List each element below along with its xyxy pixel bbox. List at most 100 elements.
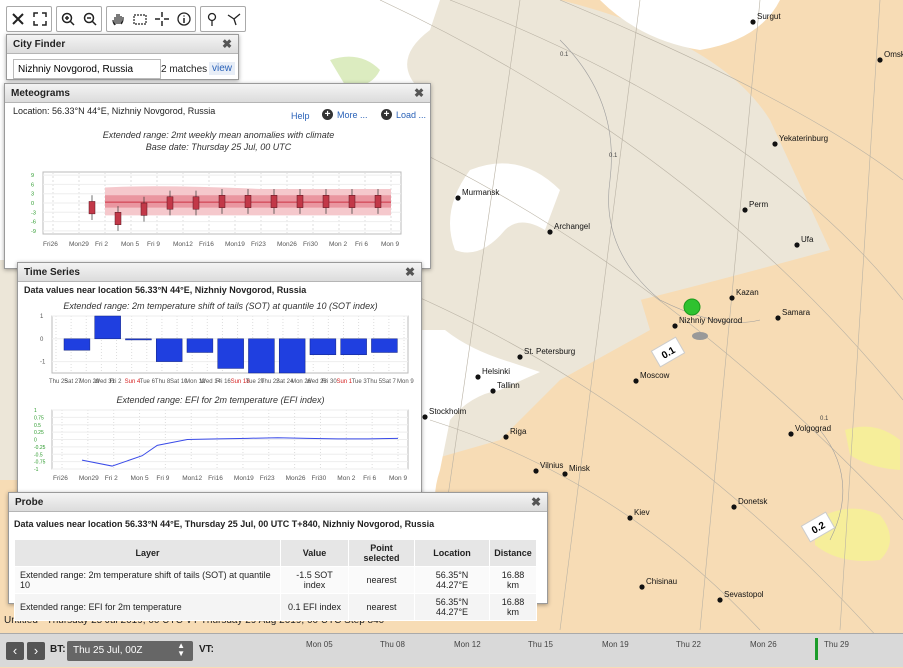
valid-time-cursor[interactable] <box>815 638 818 660</box>
city-marker <box>490 388 496 394</box>
base-time-value: Thu 25 Jul, 00Z <box>73 645 143 656</box>
x-tick-label: Mon12 <box>173 241 193 248</box>
x-tick-label: Fri23 <box>260 475 275 482</box>
help-link[interactable]: Help <box>291 111 310 121</box>
x-tick-label: Mon 9 <box>381 241 399 248</box>
base-time-select[interactable]: Thu 25 Jul, 00Z ▲ ▼ <box>67 641 193 661</box>
probe-header-row: Layer Value Point selected Location Dist… <box>14 539 537 567</box>
x-tick-label: Fri16 <box>199 241 214 248</box>
y-tick-label: 1 <box>40 314 44 320</box>
meteogram-header[interactable]: Meteograms ✖ <box>5 84 430 103</box>
city-label: Archangel <box>554 222 590 231</box>
city-finder-header[interactable]: City Finder ✖ <box>7 35 238 54</box>
x-tick-label: Fri 2 <box>95 241 108 248</box>
plus-icon: + <box>322 109 333 120</box>
x-tick-label: Sun 4 <box>125 379 141 385</box>
city-label: Murmansk <box>462 188 500 197</box>
close-icon[interactable]: ✖ <box>404 265 416 279</box>
x-tick-label: Fri 6 <box>355 241 368 248</box>
x-tick-label: Fri 2 <box>105 475 118 482</box>
box-mark <box>218 195 226 208</box>
select-arrows-icon: ▲ ▼ <box>177 641 185 658</box>
y-tick-label: 6 <box>31 182 34 188</box>
city-marker <box>562 471 568 477</box>
point-cell: nearest <box>348 593 415 621</box>
x-tick-label: Mon 9 <box>397 379 414 385</box>
city-marker <box>717 597 723 603</box>
city-marker <box>877 57 883 63</box>
city-marker <box>627 515 633 521</box>
previous-step-button[interactable]: ‹ <box>6 642 24 660</box>
timeline-tick-label: Mon 26 <box>750 640 777 649</box>
probe-header[interactable]: Probe ✖ <box>9 493 547 512</box>
bar-mark <box>155 338 183 362</box>
vt-label: VT: <box>199 644 214 655</box>
timeline-tick-label: Mon 12 <box>454 640 481 649</box>
city-marker <box>503 434 509 440</box>
bar-mark <box>94 315 121 340</box>
map-toolbar <box>6 6 246 32</box>
meteogram-chart-subtitle: Base date: Thursday 25 Jul, 00 UTC <box>145 142 292 152</box>
time-series-header[interactable]: Time Series ✖ <box>18 263 421 282</box>
x-tick-label: Mon 2 <box>337 475 355 482</box>
box-mark <box>88 201 96 215</box>
table-row[interactable]: Extended range: 2m temperature shift of … <box>14 566 537 594</box>
box-mark <box>322 195 330 208</box>
location-pin-icon[interactable] <box>201 7 223 31</box>
location-marker[interactable] <box>683 298 701 316</box>
bar-mark <box>186 338 214 353</box>
y-tick-label: 0 <box>31 201 34 207</box>
city-marker <box>547 229 553 235</box>
meteogram-chart-title: Extended range: 2mt weekly mean anomalie… <box>102 130 335 140</box>
info-icon[interactable] <box>173 7 195 31</box>
load-button[interactable]: + Load ... <box>381 109 426 120</box>
city-marker <box>775 315 781 321</box>
x-tick-label: Mon26 <box>286 475 306 482</box>
location-cell: 56.35°N 44.27°E <box>414 566 490 594</box>
value-cell: -1.5 SOT index <box>280 566 349 594</box>
zoom-out-icon[interactable] <box>79 7 101 31</box>
box-mark <box>140 202 148 216</box>
time-series-subtitle: Data values near location 56.33°N 44°E, … <box>24 285 307 295</box>
column-header: Value <box>280 539 349 567</box>
x-tick-label: Mon19 <box>225 241 245 248</box>
crosshair-icon[interactable] <box>151 7 173 31</box>
view-matches-button[interactable]: view <box>209 62 236 75</box>
efi-chart-title: Extended range: EFI for 2m temperature (… <box>116 395 325 405</box>
timeline-tick-label: Thu 15 <box>528 640 553 649</box>
y-tick-label: 9 <box>31 173 34 179</box>
y-tick-label: 0.75 <box>34 415 44 421</box>
sot-chart: Thu 25Sat 27Mon 29Wed 31Fri 2 Sun 4 Tue 6T… <box>40 314 414 385</box>
measure-icon[interactable] <box>223 7 245 31</box>
more-button[interactable]: + More ... <box>322 109 368 120</box>
column-header: Layer <box>14 539 281 567</box>
close-icon[interactable]: ✖ <box>221 37 233 51</box>
x-tick-label: Mon 5 <box>121 241 139 248</box>
close-icon[interactable]: ✖ <box>413 86 425 100</box>
city-search-input[interactable] <box>13 59 161 79</box>
zoom-in-icon[interactable] <box>57 7 79 31</box>
close-icon[interactable] <box>7 7 29 31</box>
next-step-button[interactable]: › <box>27 642 45 660</box>
table-row[interactable]: Extended range: EFI for 2m temperature 0… <box>14 593 537 621</box>
fullscreen-icon[interactable] <box>29 7 51 31</box>
x-tick-label: Mon29 <box>79 475 99 482</box>
svg-text:0.1: 0.1 <box>609 153 618 159</box>
valid-time-track[interactable]: Mon 05 Thu 08 Mon 12 Thu 15 Mon 19 Thu 22 Mon … <box>224 634 903 668</box>
close-icon[interactable]: ✖ <box>530 495 542 509</box>
timeline-tick-label: Thu 29 <box>824 640 849 649</box>
city-label: Moscow <box>640 371 670 380</box>
toolbar-group-tools <box>106 6 196 32</box>
city-label: St. Petersburg <box>524 347 575 356</box>
zoom-box-icon[interactable] <box>129 7 151 31</box>
city-finder-panel: City Finder ✖ 2 matches view <box>6 34 239 80</box>
bar-mark <box>371 338 398 353</box>
x-tick-label: Thu 5 <box>367 379 383 385</box>
value-cell: 0.1 EFI index <box>280 593 349 621</box>
x-tick-label: Mon19 <box>234 475 254 482</box>
panel-title: Probe <box>15 496 44 508</box>
probe-table: Layer Value Point selected Location Dist… <box>14 539 537 621</box>
city-marker <box>772 141 778 147</box>
pan-hand-icon[interactable] <box>107 7 129 31</box>
box-mark <box>296 195 304 208</box>
